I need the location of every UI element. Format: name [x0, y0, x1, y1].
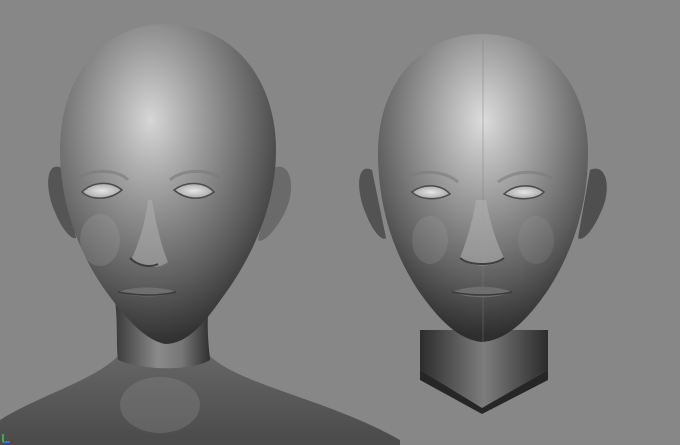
axis-indicator-icon [2, 434, 10, 443]
bust-with-shoulders [0, 24, 400, 445]
head-with-neck-cut [359, 34, 607, 414]
sculpt-render [0, 24, 607, 445]
3d-viewport[interactable] [0, 0, 680, 445]
